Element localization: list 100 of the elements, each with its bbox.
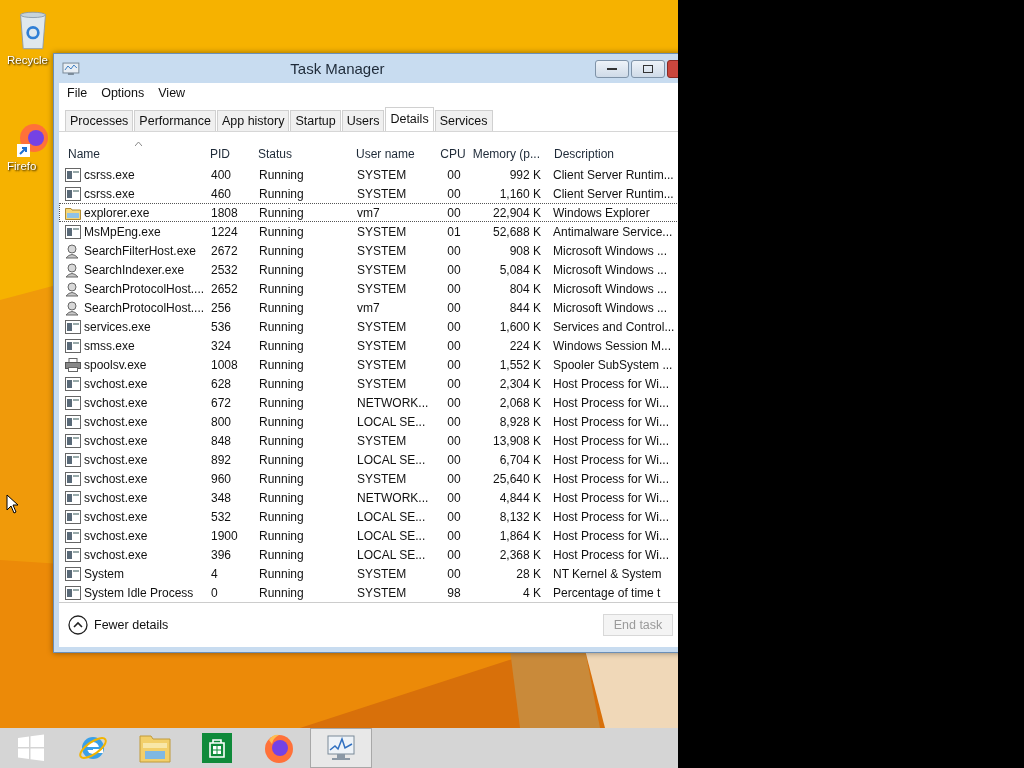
mouse-cursor-icon xyxy=(6,494,20,514)
window-icon xyxy=(65,186,81,201)
process-row[interactable]: smss.exe 324 Running SYSTEM 00 224 K Windows Session M... xyxy=(59,336,678,355)
process-row[interactable]: svchost.exe 960 Running SYSTEM 00 25,640 K Host Process for Wi... xyxy=(59,469,678,488)
table-cell-text: 00 xyxy=(446,319,462,334)
table-cell-text: NETWORK... xyxy=(356,490,430,505)
table-cell-text: Client Server Runtim... xyxy=(552,167,675,182)
process-row[interactable]: SearchProtocolHost.... 2652 Running SYSTEM 00 804 K Microsoft Windows ... xyxy=(59,279,678,298)
table-cell-text: 13,908 K xyxy=(491,433,542,448)
table-cell-text: SYSTEM xyxy=(356,585,408,600)
process-row[interactable]: explorer.exe 1808 Running vm7 00 22,904 K Windows Explorer xyxy=(59,203,678,222)
tab[interactable]: Users xyxy=(341,110,385,131)
table-cell-text: 2672 xyxy=(210,243,239,258)
process-row[interactable]: svchost.exe 532 Running LOCAL SE... 00 8,132 K Host Process for Wi... xyxy=(59,507,678,526)
table-cell-text: Host Process for Wi... xyxy=(552,547,671,562)
process-row[interactable]: svchost.exe 800 Running LOCAL SE... 00 8,928 K Host Process for Wi... xyxy=(59,412,678,431)
process-row[interactable]: services.exe 536 Running SYSTEM 00 1,600 K Services and Control... xyxy=(59,317,678,336)
tab[interactable]: Startup xyxy=(290,110,341,131)
table-cell: System Idle Process xyxy=(84,585,194,600)
table-cell-text: 848 xyxy=(210,433,233,448)
table-cell-text: 800 xyxy=(210,414,233,429)
table-cell-text: Microsoft Windows ... xyxy=(552,243,669,258)
maximize-button[interactable] xyxy=(631,59,665,78)
table-cell-text: SYSTEM xyxy=(356,224,408,239)
process-row[interactable]: svchost.exe 348 Running NETWORK... 00 4,844 K Host Process for Wi... xyxy=(59,488,678,507)
table-cell-text: Running xyxy=(258,376,305,391)
window-icon xyxy=(65,547,81,562)
menu-item[interactable]: Options xyxy=(101,86,145,100)
process-row[interactable]: svchost.exe 628 Running SYSTEM 00 2,304 K Host Process for Wi... xyxy=(59,374,678,393)
window-icon xyxy=(65,433,81,448)
table-cell-text: 2,304 K xyxy=(498,376,542,391)
process-row[interactable]: svchost.exe 848 Running SYSTEM 00 13,908 K Host Process for Wi... xyxy=(59,431,678,450)
tab[interactable]: Services xyxy=(434,110,493,131)
column-header[interactable]: PID xyxy=(206,142,254,165)
window-icon xyxy=(65,224,81,239)
process-row[interactable]: SearchProtocolHost.... 256 Running vm7 00 844 K Microsoft Windows ... xyxy=(59,298,678,317)
table-cell: MsMpEng.exe xyxy=(84,224,161,239)
process-row[interactable]: spoolsv.exe 1008 Running SYSTEM 00 1,552 K Spooler SubSystem ... xyxy=(59,355,678,374)
table-cell-text: 98 xyxy=(446,585,462,600)
table-cell-text: 400 xyxy=(210,167,233,182)
table-cell: svchost.exe xyxy=(84,528,148,543)
process-row[interactable]: MsMpEng.exe 1224 Running SYSTEM 01 52,688 K Antimalware Service... xyxy=(59,222,678,241)
sort-caret-icon xyxy=(135,142,142,146)
table-cell-text: LOCAL SE... xyxy=(356,452,427,467)
table-cell-text: Microsoft Windows ... xyxy=(552,281,669,296)
table-cell-text: 00 xyxy=(446,395,462,410)
tab[interactable]: Processes xyxy=(65,110,134,131)
table-cell-text: Host Process for Wi... xyxy=(552,490,671,505)
column-header[interactable]: CPU xyxy=(436,142,470,165)
process-row[interactable]: SearchIndexer.exe 2532 Running SYSTEM 00 5,084 K Microsoft Windows ... xyxy=(59,260,678,279)
process-row[interactable]: svchost.exe 396 Running LOCAL SE... 00 2,368 K Host Process for Wi... xyxy=(59,545,678,564)
folder-icon xyxy=(65,205,81,220)
table-cell-text: SYSTEM xyxy=(356,243,408,258)
table-cell-text: 00 xyxy=(446,357,462,372)
process-row[interactable]: System Idle Process 0 Running SYSTEM 98 4 K Percentage of time t xyxy=(59,583,678,602)
fewer-details-button[interactable]: Fewer details xyxy=(68,615,169,635)
process-row[interactable]: svchost.exe 1900 Running LOCAL SE... 00 1,864 K Host Process for Wi... xyxy=(59,526,678,545)
process-row[interactable]: svchost.exe 892 Running LOCAL SE... 00 6,704 K Host Process for Wi... xyxy=(59,450,678,469)
process-row[interactable]: System 4 Running SYSTEM 00 28 K NT Kernel & System xyxy=(59,564,678,583)
table-cell-text: 4,844 K xyxy=(498,490,542,505)
process-row[interactable]: SearchFilterHost.exe 2672 Running SYSTEM 00 908 K Microsoft Windows ... xyxy=(59,241,678,260)
table-cell-text: 00 xyxy=(446,528,462,543)
table-cell-text: Running xyxy=(258,471,305,486)
table-cell-text: Host Process for Wi... xyxy=(552,414,671,429)
table-cell-text: 00 xyxy=(446,414,462,429)
collapse-icon xyxy=(68,615,88,635)
column-header[interactable]: Description xyxy=(550,142,678,165)
table-cell-text: Host Process for Wi... xyxy=(552,528,671,543)
table-cell-text: 2532 xyxy=(210,262,239,277)
table-cell-text: 00 xyxy=(446,376,462,391)
window-icon xyxy=(65,376,81,391)
table-cell: services.exe xyxy=(84,319,151,334)
table-cell-text: Running xyxy=(258,528,305,543)
user-icon xyxy=(65,242,81,259)
process-row[interactable]: csrss.exe 400 Running SYSTEM 00 992 K Client Server Runtim... xyxy=(59,165,678,184)
table-cell-text: 00 xyxy=(446,490,462,505)
desktop-icon-label: Recycle xyxy=(7,54,48,66)
minimize-button[interactable] xyxy=(595,59,629,78)
column-header[interactable]: User name xyxy=(352,142,436,165)
process-row[interactable]: csrss.exe 460 Running SYSTEM 00 1,160 K Client Server Runtim... xyxy=(59,184,678,203)
table-cell-text: 00 xyxy=(446,547,462,562)
table-cell-text: Running xyxy=(258,243,305,258)
table-cell: spoolsv.exe xyxy=(84,357,147,372)
tab[interactable]: Performance xyxy=(134,110,216,131)
menu-item[interactable]: View xyxy=(158,86,186,100)
table-cell-text: 992 K xyxy=(508,167,542,182)
table-cell: svchost.exe xyxy=(84,452,148,467)
tab[interactable]: Details xyxy=(385,107,434,131)
table-cell-text: Running xyxy=(258,300,305,315)
window-icon xyxy=(65,490,81,505)
process-row[interactable]: svchost.exe 672 Running NETWORK... 00 2,068 K Host Process for Wi... xyxy=(59,393,678,412)
table-cell-text: vm7 xyxy=(356,300,381,315)
taskbar-button[interactable] xyxy=(310,728,372,768)
table-cell-text: SYSTEM xyxy=(356,281,408,296)
table-cell-text: 8,132 K xyxy=(498,509,542,524)
column-header[interactable]: Status xyxy=(254,142,352,165)
column-header[interactable]: Memory (p... xyxy=(470,142,550,165)
tab[interactable]: App history xyxy=(216,110,290,131)
menu-item[interactable]: File xyxy=(67,86,88,100)
table-cell-text: 00 xyxy=(446,205,462,220)
